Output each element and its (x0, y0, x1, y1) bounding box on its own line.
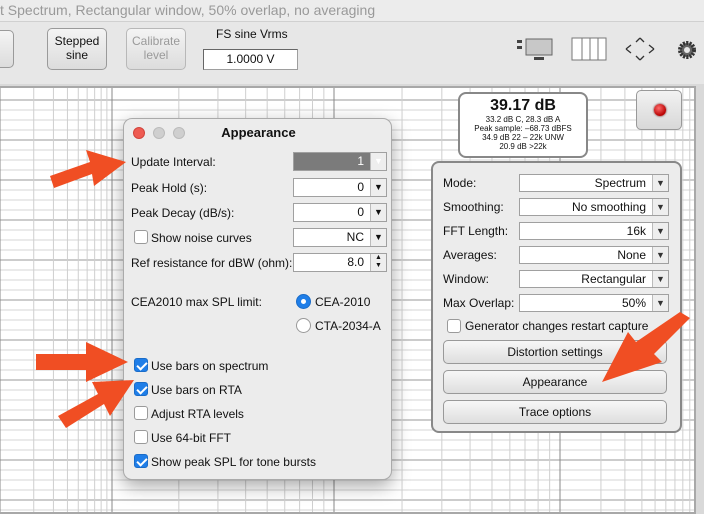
chevron-down-icon: ▼ (370, 204, 386, 221)
averages-value: None (617, 248, 646, 262)
chevron-down-icon: ▼ (652, 271, 668, 287)
readout-line: Peak sample: –68.73 dBFS (474, 124, 572, 133)
chevron-down-icon: ▼ (652, 247, 668, 263)
update-interval-value: 1 (357, 154, 364, 168)
window-title: t Spectrum, Rectangular window, 50% over… (0, 2, 376, 18)
fft-64bit-label: Use 64-bit FFT (151, 431, 232, 445)
window-titlebar: t Spectrum, Rectangular window, 50% over… (0, 0, 704, 22)
max-overlap-value: 50% (621, 296, 646, 310)
cropped-toolbar-button[interactable] (0, 30, 14, 68)
bars-spectrum-checkbox[interactable] (134, 358, 148, 372)
window-label: Window: (443, 272, 490, 286)
peak-decay-label: Peak Decay (dB/s): (131, 206, 235, 220)
bars-rta-label: Use bars on RTA (151, 383, 242, 397)
adjust-rta-label: Adjust RTA levels (151, 407, 244, 421)
readout-line: 20.9 dB >22k (499, 142, 547, 151)
dialog-title: Appearance (221, 125, 296, 140)
mode-select[interactable]: Spectrum ▼ (519, 174, 669, 192)
smoothing-label: Smoothing: (443, 200, 504, 214)
mode-value: Spectrum (594, 176, 646, 190)
cea-2010-label: CEA-2010 (315, 295, 371, 309)
noise-curves-label: Show noise curves (151, 231, 252, 245)
averages-label: Averages: (443, 248, 497, 262)
fft-64bit-checkbox[interactable] (134, 430, 148, 444)
expand-arrows-icon[interactable] (622, 36, 658, 62)
ref-resistance-input[interactable]: 8.0 ▲ ▼ (293, 253, 387, 272)
readout-main-value: 39.17 dB (490, 97, 556, 114)
smoothing-value: No smoothing (571, 200, 646, 214)
update-interval-select[interactable]: 1 ▼ (293, 152, 387, 171)
peak-hold-select[interactable]: 0 ▼ (293, 178, 387, 197)
noise-curves-checkbox[interactable] (134, 230, 148, 244)
adjust-rta-checkbox[interactable] (134, 406, 148, 420)
chevron-down-icon: ▼ (652, 223, 668, 239)
fs-sine-input[interactable]: 1.0000 V (203, 49, 298, 70)
arrow-annotation-icon (58, 380, 134, 428)
rta-settings-panel: Mode: Spectrum ▼ Smoothing: No smoothing ▼… (431, 161, 682, 433)
split-view-icon[interactable] (570, 36, 608, 62)
stepped-sine-button[interactable]: Stepped sine (47, 28, 107, 70)
record-indicator-icon (654, 104, 666, 116)
level-readout: 39.17 dB 33.2 dB C, 28.3 dB A Peak sampl… (458, 92, 588, 158)
fft-length-select[interactable]: 16k ▼ (519, 222, 669, 240)
mode-label: Mode: (443, 176, 477, 190)
cta-2034-label: CTA-2034-A (315, 319, 381, 333)
ref-resistance-label: Ref resistance for dBW (ohm): (131, 256, 293, 270)
appearance-dialog: Appearance Update Interval: 1 ▼ Peak Hold… (123, 118, 392, 480)
window-select[interactable]: Rectangular ▼ (519, 270, 669, 288)
peak-hold-value: 0 (357, 180, 364, 194)
cea-spl-label: CEA2010 max SPL limit: (131, 295, 262, 309)
peak-spl-checkbox[interactable] (134, 454, 148, 468)
chevron-down-icon: ▼ (370, 179, 386, 196)
readout-line: 34.9 dB 22 – 22k UNW (482, 133, 564, 142)
peak-decay-value: 0 (357, 205, 364, 219)
trace-options-button[interactable]: Trace options (443, 400, 667, 424)
chevron-down-icon: ▼ (370, 229, 386, 246)
chevron-down-icon: ▼ (652, 295, 668, 311)
fft-length-value: 16k (626, 224, 646, 238)
smoothing-select[interactable]: No smoothing ▼ (519, 198, 669, 216)
window-value: Rectangular (581, 272, 646, 286)
peak-decay-select[interactable]: 0 ▼ (293, 203, 387, 222)
arrow-annotation-icon (50, 150, 126, 188)
bars-spectrum-label: Use bars on spectrum (151, 359, 269, 373)
fs-sine-label: FS sine Vrms (216, 27, 288, 41)
bars-rta-checkbox[interactable] (134, 382, 148, 396)
toolbar: Stepped sine Calibrate level FS sine Vrm… (0, 22, 704, 84)
chevron-down-icon: ▼ (652, 199, 668, 215)
stepper-icon[interactable]: ▲ ▼ (370, 254, 386, 271)
max-overlap-label: Max Overlap: (443, 296, 515, 310)
ref-resistance-value: 8.0 (347, 255, 364, 269)
chevron-down-icon: ▼ (652, 175, 668, 191)
noise-curves-value: NC (346, 230, 364, 244)
fft-length-label: FFT Length: (443, 224, 509, 238)
gear-icon[interactable] (676, 39, 698, 61)
calibrate-level-button[interactable]: Calibrate level (126, 28, 186, 70)
cta-2034-radio[interactable] (296, 318, 311, 333)
chevron-down-icon: ▼ (370, 153, 386, 170)
cea-2010-radio[interactable] (296, 294, 311, 309)
peak-spl-label: Show peak SPL for tone bursts (151, 455, 316, 469)
readout-line: 33.2 dB C, 28.3 dB A (485, 115, 561, 124)
record-button[interactable] (636, 90, 682, 130)
peak-hold-label: Peak Hold (s): (131, 181, 208, 195)
arrow-annotation-icon (602, 312, 690, 382)
update-interval-label: Update Interval: (131, 155, 216, 169)
layout-toggle-icon[interactable] (516, 36, 558, 62)
noise-curves-select[interactable]: NC ▼ (293, 228, 387, 247)
max-overlap-select[interactable]: 50% ▼ (519, 294, 669, 312)
averages-select[interactable]: None ▼ (519, 246, 669, 264)
generator-restart-checkbox[interactable] (447, 319, 461, 333)
